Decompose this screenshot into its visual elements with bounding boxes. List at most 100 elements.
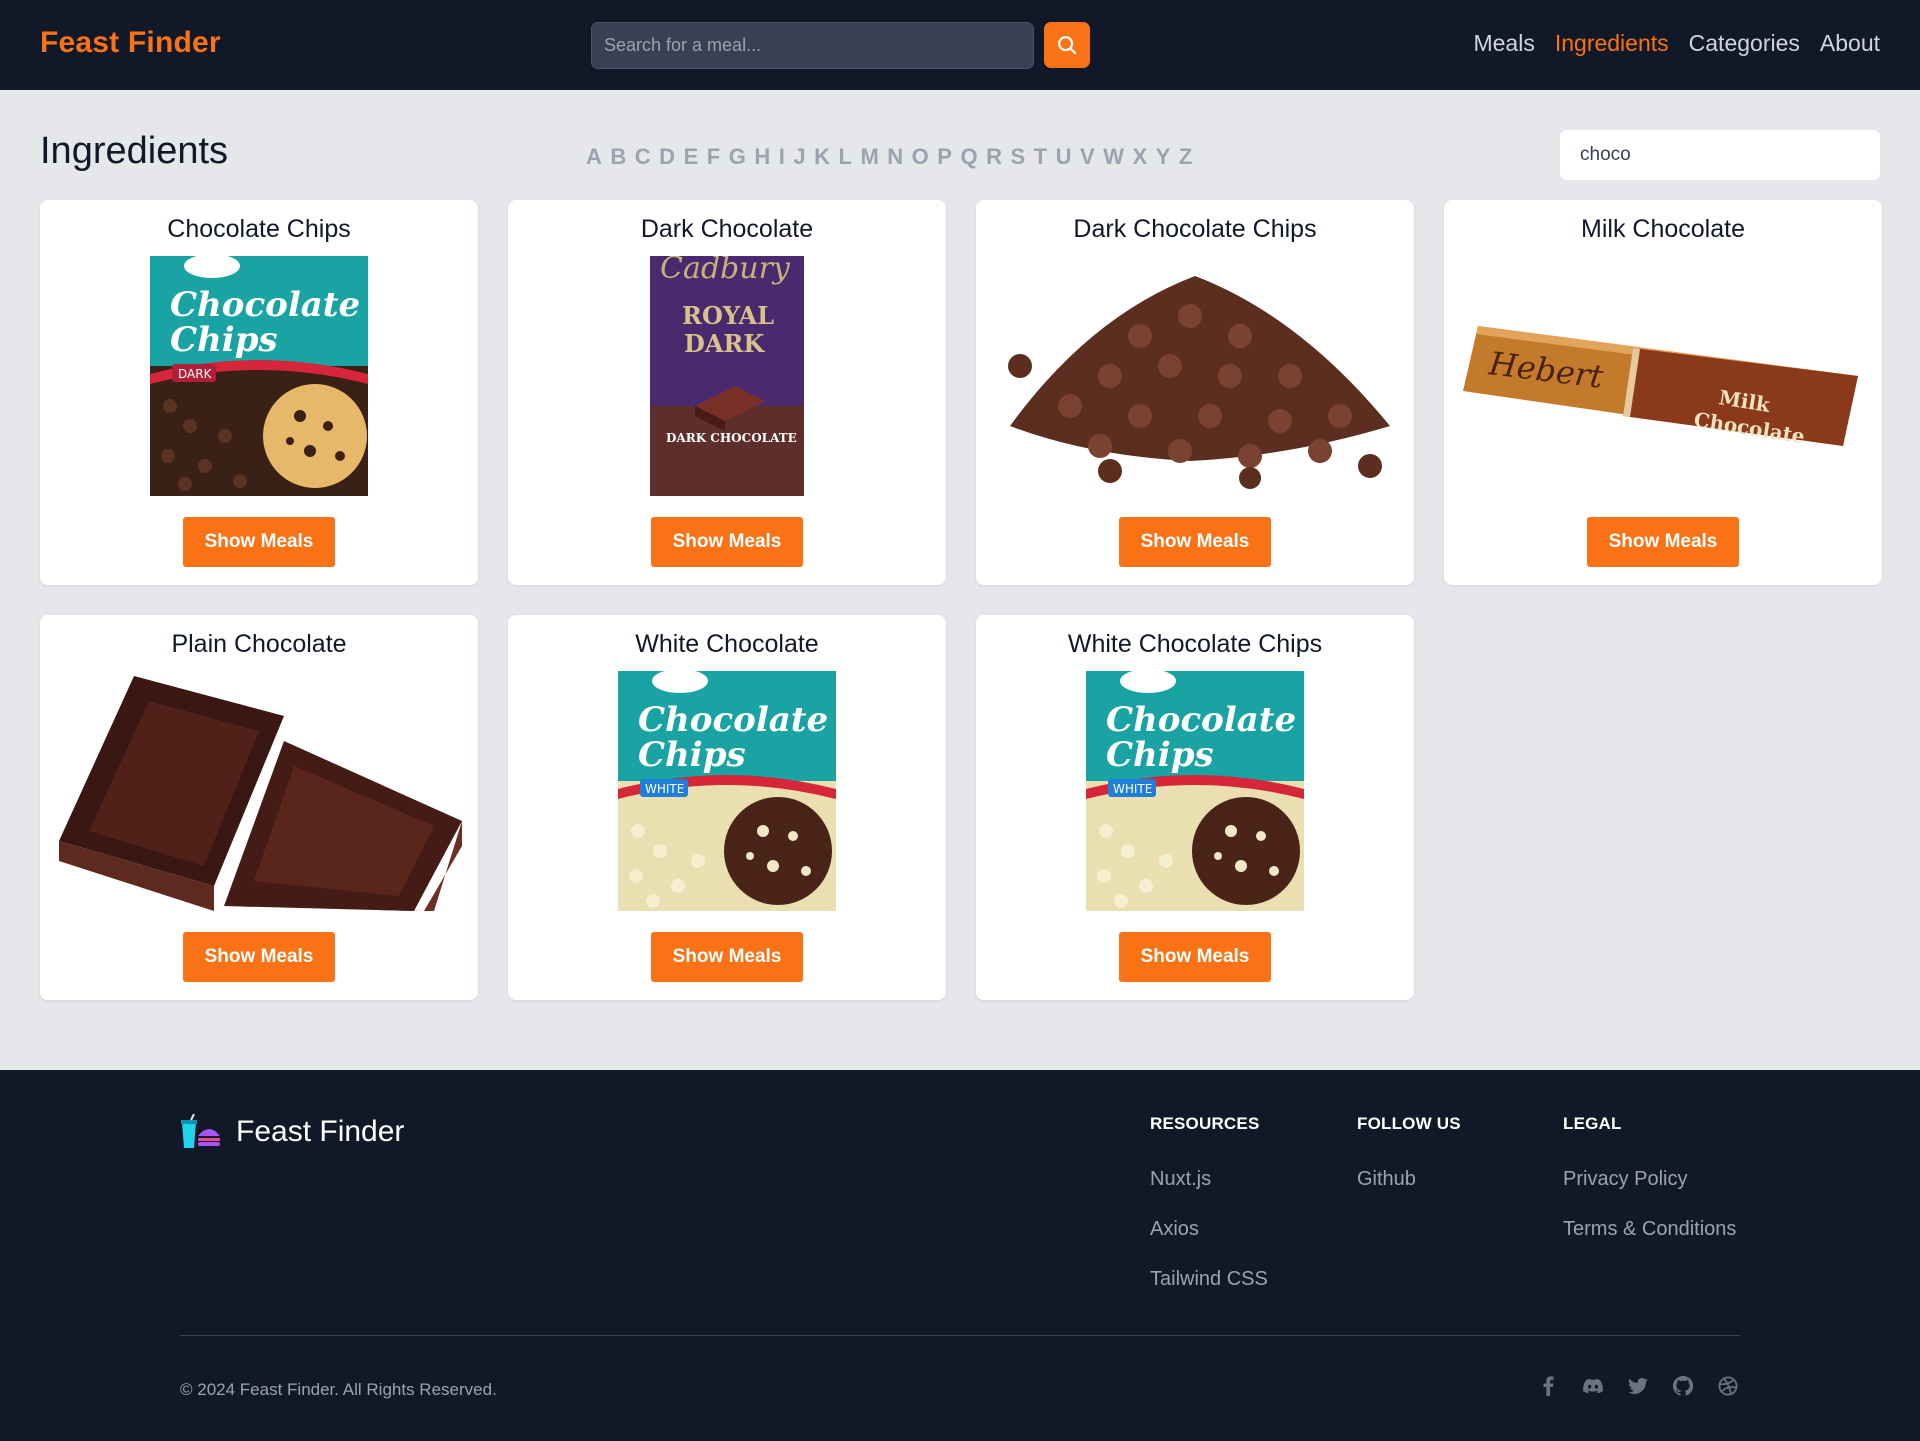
svg-text:WHITE: WHITE — [1113, 782, 1152, 796]
ingredient-filter-input[interactable] — [1560, 130, 1880, 180]
ingredient-card: Plain Chocolate Show Meals — [40, 615, 478, 1000]
ingredient-name: Plain Chocolate — [171, 630, 347, 658]
letter-filter-l[interactable]: L — [838, 144, 852, 170]
letter-filter-z[interactable]: Z — [1179, 144, 1193, 170]
ingredient-image — [990, 256, 1400, 496]
footer-link-privacy[interactable]: Privacy Policy — [1563, 1168, 1736, 1191]
svg-text:DARK: DARK — [178, 367, 213, 381]
nav-meals[interactable]: Meals — [1473, 30, 1534, 57]
show-meals-button[interactable]: Show Meals — [651, 517, 803, 567]
letter-filter-a[interactable]: A — [586, 144, 602, 170]
letter-filter-f[interactable]: F — [707, 144, 721, 170]
nav-about[interactable]: About — [1820, 30, 1880, 57]
letter-filter-p[interactable]: P — [937, 144, 952, 170]
letter-filter-s[interactable]: S — [1010, 144, 1025, 170]
letter-filter-r[interactable]: R — [986, 144, 1002, 170]
dribbble-icon[interactable] — [1718, 1376, 1738, 1396]
footer-col-heading: RESOURCES — [1150, 1114, 1260, 1133]
letter-filter-n[interactable]: N — [887, 144, 903, 170]
footer-link-terms[interactable]: Terms & Conditions — [1563, 1218, 1736, 1241]
svg-text:Chocolate: Chocolate — [170, 285, 360, 325]
letter-filter-x[interactable]: X — [1132, 144, 1147, 170]
letter-filter-i[interactable]: I — [779, 144, 786, 170]
ingredient-card: Chocolate Chips Chocolate Chips DARK Sho… — [40, 200, 478, 585]
ingredient-card: Dark Chocolate Cadbury ROYAL DARK DARK C… — [508, 200, 946, 585]
ingredient-name: Dark Chocolate — [640, 215, 814, 243]
facebook-icon[interactable] — [1538, 1376, 1558, 1396]
letter-filter-t[interactable]: T — [1034, 144, 1048, 170]
show-meals-button[interactable]: Show Meals — [183, 932, 335, 982]
ingredient-image: Cadbury ROYAL DARK DARK CHOCOLATE — [522, 256, 932, 496]
footer-col-heading: LEGAL — [1563, 1114, 1622, 1133]
ingredient-image: Chocolate Chips DARK — [54, 256, 464, 496]
ingredient-name: Chocolate Chips — [167, 215, 351, 243]
letter-filter-j[interactable]: J — [793, 144, 806, 170]
footer-link-axios[interactable]: Axios — [1150, 1218, 1268, 1241]
discord-icon[interactable] — [1583, 1376, 1603, 1396]
ingredient-image: Hebert Milk Chocolate — [1458, 256, 1868, 496]
ingredient-name: White Chocolate Chips — [1067, 630, 1323, 658]
page-title: Ingredients — [40, 130, 229, 172]
show-meals-button[interactable]: Show Meals — [651, 932, 803, 982]
svg-text:WHITE: WHITE — [645, 782, 684, 796]
ingredient-card: Dark Chocolate Chips Show Meals — [976, 200, 1414, 585]
letter-filter-o[interactable]: O — [912, 144, 930, 170]
ingredient-name: White Chocolate — [635, 630, 819, 658]
show-meals-button[interactable]: Show Meals — [1119, 517, 1271, 567]
svg-text:Chips: Chips — [638, 735, 746, 775]
copyright: © 2024 Feast Finder. All Rights Reserved… — [180, 1380, 497, 1399]
footer-link-nuxt[interactable]: Nuxt.js — [1150, 1168, 1268, 1191]
letter-filter-b[interactable]: B — [610, 144, 626, 170]
svg-text:Chocolate: Chocolate — [1106, 700, 1296, 740]
burger-drink-icon — [181, 1114, 220, 1148]
svg-text:Chips: Chips — [1106, 735, 1214, 775]
site-footer: Feast Finder RESOURCES Nuxt.js Axios Tai… — [0, 1070, 1920, 1441]
footer-brand[interactable]: Feast Finder — [180, 1114, 404, 1150]
ingredient-card: Milk Chocolate Hebert Milk Chocolate Sho… — [1444, 200, 1882, 585]
main-nav: Meals Ingredients Categories About — [1473, 30, 1880, 57]
letter-filter-q[interactable]: Q — [960, 144, 978, 170]
search-icon — [1058, 36, 1077, 55]
footer-link-tailwind[interactable]: Tailwind CSS — [1150, 1268, 1268, 1291]
show-meals-button[interactable]: Show Meals — [183, 517, 335, 567]
ingredient-image — [54, 671, 464, 911]
letter-filter-w[interactable]: W — [1103, 144, 1124, 170]
letter-filter-k[interactable]: K — [814, 144, 830, 170]
letter-filter-v[interactable]: V — [1080, 144, 1095, 170]
footer-brand-name: Feast Finder — [236, 1115, 405, 1148]
github-icon[interactable] — [1673, 1376, 1693, 1396]
twitter-icon[interactable] — [1628, 1376, 1648, 1396]
ingredient-image: Chocolate Chips WHITE — [990, 671, 1400, 911]
footer-col-resources: RESOURCES Nuxt.js Axios Tailwind CSS — [1150, 1114, 1268, 1318]
letter-filter-d[interactable]: D — [659, 144, 675, 170]
footer-link-github[interactable]: Github — [1357, 1168, 1461, 1191]
meal-search — [591, 22, 1090, 69]
ingredient-grid: Chocolate Chips Chocolate Chips DARK Sho… — [40, 200, 1882, 1000]
svg-text:Cadbury: Cadbury — [660, 256, 791, 286]
svg-text:Chocolate: Chocolate — [638, 700, 828, 740]
show-meals-button[interactable]: Show Meals — [1119, 932, 1271, 982]
search-button[interactable] — [1044, 22, 1090, 68]
letter-filter-u[interactable]: U — [1056, 144, 1072, 170]
footer-col-follow: FOLLOW US Github — [1357, 1114, 1461, 1218]
ingredient-card: White Chocolate Chips Chocolate Chips WH… — [976, 615, 1414, 1000]
site-logo[interactable]: Feast Finder — [40, 26, 221, 60]
ingredient-name: Milk Chocolate — [1581, 215, 1745, 243]
letter-filter-c[interactable]: C — [635, 144, 651, 170]
svg-text:Chips: Chips — [170, 320, 278, 360]
ingredient-card: White Chocolate Chocolate Chips WHITE Sh… — [508, 615, 946, 1000]
social-links — [1538, 1376, 1738, 1396]
letter-filter-g[interactable]: G — [729, 144, 747, 170]
meal-search-input[interactable] — [591, 22, 1034, 69]
letter-filter-y[interactable]: Y — [1156, 144, 1171, 170]
letter-filter-h[interactable]: H — [754, 144, 770, 170]
footer-col-heading: FOLLOW US — [1357, 1114, 1461, 1133]
nav-categories[interactable]: Categories — [1689, 30, 1800, 57]
letter-filter-e[interactable]: E — [684, 144, 699, 170]
show-meals-button[interactable]: Show Meals — [1587, 517, 1739, 567]
footer-divider — [180, 1335, 1740, 1336]
ingredient-name: Dark Chocolate Chips — [1073, 215, 1317, 243]
letter-filter-m[interactable]: M — [860, 144, 879, 170]
nav-ingredients[interactable]: Ingredients — [1555, 30, 1669, 57]
svg-text:ROYAL: ROYAL — [682, 301, 774, 330]
